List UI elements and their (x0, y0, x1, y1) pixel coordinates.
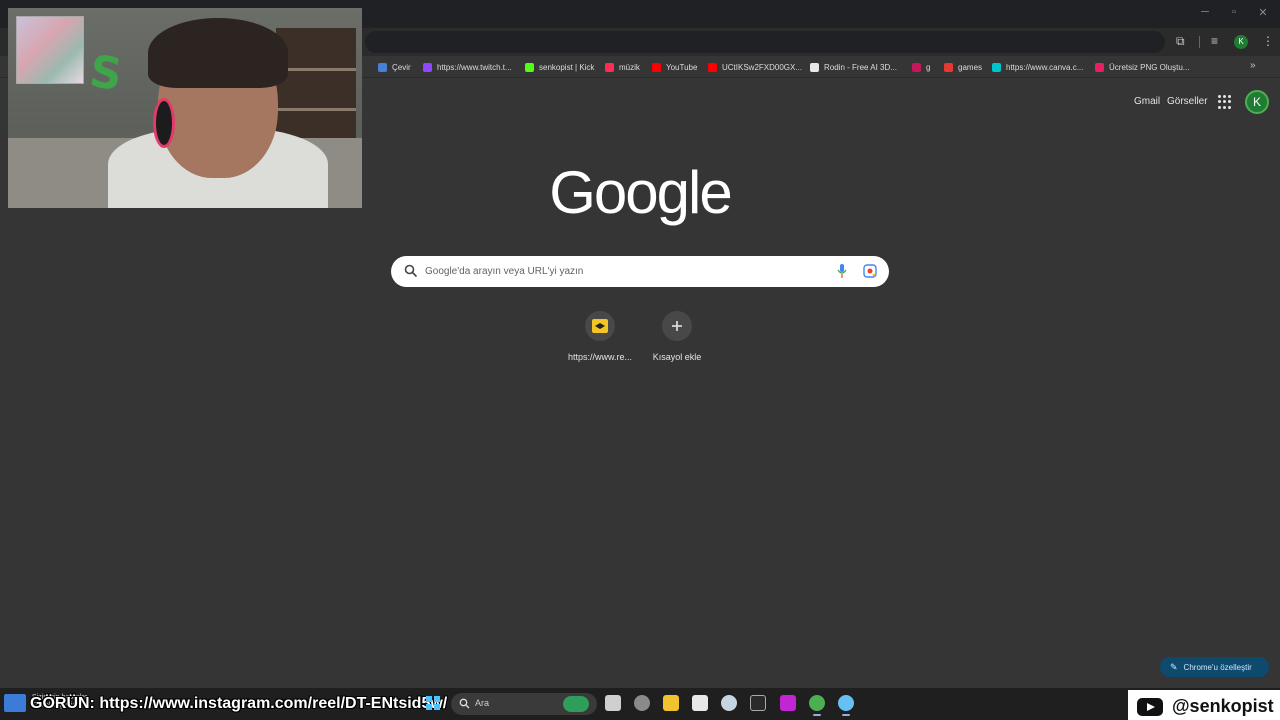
bookmark-item[interactable]: senkopist | Kick (525, 60, 594, 74)
bookmark-item[interactable]: UCtIKSw2FXD00GX... (708, 60, 802, 74)
maximize-icon[interactable]: ▫ (1219, 6, 1249, 18)
webcam-poster (16, 16, 84, 84)
bookmark-item[interactable]: Rodin - Free AI 3D... (810, 60, 897, 74)
customize-chrome-label: Chrome'u özelleştir (1183, 662, 1252, 672)
close-icon[interactable]: ✕ (1248, 6, 1278, 19)
shortcut-icon-container (662, 311, 692, 341)
bookmark-item[interactable]: g (912, 60, 930, 74)
webcam-overlay: S (8, 8, 362, 208)
bookmark-item[interactable]: müzik (605, 60, 640, 74)
bookmark-favicon-icon (423, 62, 432, 72)
bookmark-item[interactable]: games (944, 60, 982, 74)
profile-avatar[interactable]: K (1234, 35, 1248, 49)
search-highlight-icon (563, 696, 589, 712)
search-icon (459, 698, 470, 709)
media-control-icon[interactable]: ≡ (1211, 34, 1218, 48)
address-bar[interactable] (365, 31, 1165, 53)
task-view-icon[interactable] (605, 695, 621, 711)
search-placeholder[interactable]: Google'da arayın veya URL'yi yazın (425, 266, 583, 277)
gmail-link[interactable]: Gmail (1134, 96, 1160, 107)
headphone-icon (153, 98, 175, 148)
minimize-icon[interactable]: ─ (1190, 6, 1220, 18)
bookmark-favicon-icon (1095, 62, 1104, 72)
learn-site-icon (592, 319, 608, 333)
google-lens-icon[interactable] (863, 264, 877, 278)
bookmark-item[interactable]: Ücretsiz PNG Oluştu... (1095, 60, 1189, 74)
taskbar-search[interactable]: Ara (451, 693, 597, 715)
stream-url-overlay: GÖRÜN: https://www.instagram.com/reel/DT… (30, 695, 448, 712)
add-shortcut-button[interactable]: Kısayol ekle (637, 311, 717, 362)
voice-search-icon[interactable] (837, 264, 847, 278)
steam-active-icon[interactable] (838, 695, 854, 716)
widgets-icon[interactable] (4, 694, 26, 712)
search-icon (404, 264, 418, 278)
bookmark-item[interactable]: https://www.twitch.t... (423, 60, 512, 74)
copilot-icon[interactable] (634, 695, 650, 711)
file-explorer-icon[interactable] (663, 695, 679, 711)
steam-icon[interactable] (721, 695, 737, 711)
search-box[interactable]: Google'da arayın veya URL'yi yazın (391, 256, 889, 287)
shortcut-icon-container (585, 311, 615, 341)
app-purple-icon[interactable] (780, 695, 796, 711)
epic-games-icon[interactable] (750, 695, 766, 711)
images-link[interactable]: Görseller (1167, 96, 1208, 107)
webcam-person-hair (148, 18, 288, 88)
account-avatar[interactable]: K (1245, 90, 1269, 114)
store-icon[interactable] (692, 695, 708, 711)
customize-chrome-button[interactable]: ✎ Chrome'u özelleştir (1160, 657, 1269, 677)
bookmark-favicon-icon (525, 62, 534, 72)
bookmark-favicon-icon (378, 62, 387, 72)
shortcut-tile[interactable]: https://www.re... (560, 311, 640, 362)
youtube-channel-badge: @senkopist (1128, 690, 1280, 720)
bookmark-favicon-icon (992, 62, 1001, 72)
shortcut-label: Kısayol ekle (652, 352, 702, 362)
bookmark-item[interactable]: https://www.canva.c... (992, 60, 1083, 74)
bookmark-item[interactable]: Çevir (378, 60, 411, 74)
bookmark-favicon-icon (708, 62, 717, 72)
more-bookmarks-icon[interactable]: » (1250, 60, 1256, 71)
channel-handle: @senkopist (1172, 696, 1274, 716)
google-logo: Google (549, 159, 732, 226)
chrome-icon[interactable] (809, 695, 825, 716)
add-icon (672, 321, 682, 331)
bookmark-favicon-icon (912, 62, 921, 72)
windows-start-icon[interactable] (426, 696, 440, 710)
bookmark-favicon-icon (605, 62, 614, 72)
taskbar-search-label: Ara (475, 698, 490, 708)
shortcut-label: https://www.re... (567, 352, 633, 362)
extensions-icon[interactable]: ⧉ (1176, 34, 1185, 49)
google-apps-icon[interactable] (1218, 95, 1232, 109)
pencil-icon: ✎ (1170, 661, 1178, 672)
bookmark-favicon-icon (810, 62, 819, 72)
bookmark-favicon-icon (944, 62, 953, 72)
youtube-icon (1137, 698, 1163, 716)
bookmark-item[interactable]: YouTube (652, 60, 697, 74)
toolbar-divider (1199, 36, 1200, 48)
menu-icon[interactable]: ⋮ (1262, 34, 1274, 48)
bookmark-favicon-icon (652, 62, 661, 72)
